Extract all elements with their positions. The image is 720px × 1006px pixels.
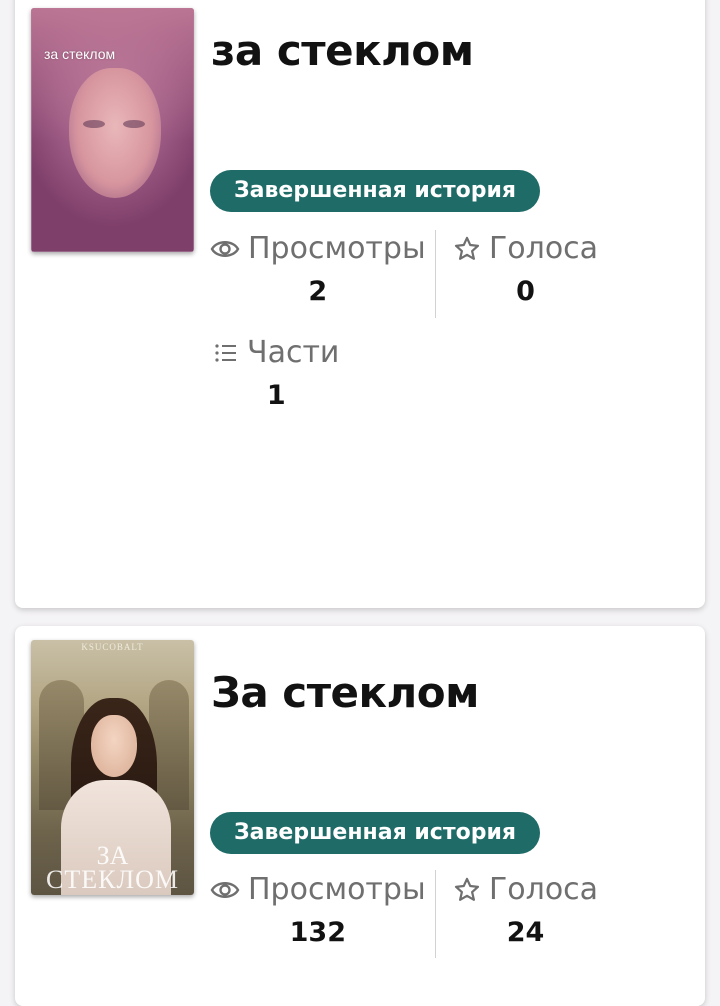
story-card[interactable]: за стеклом за стеклом Завершенная истори…: [15, 0, 705, 608]
story-cover-image[interactable]: KSUCOBALT ЗА СТЕКЛОМ: [31, 640, 194, 895]
eye-icon: [210, 881, 240, 898]
status-badge: Завершенная история: [210, 812, 540, 854]
views-stat: Просмотры 2: [210, 231, 426, 307]
parts-value: 1: [266, 380, 286, 411]
cover-face: [91, 715, 137, 777]
views-label: Просмотры: [248, 231, 426, 266]
views-value: 2: [308, 276, 328, 307]
list-icon: [215, 343, 236, 362]
votes-value: 0: [516, 276, 535, 307]
cover-title-text: за стеклом: [44, 46, 116, 62]
status-badge: Завершенная история: [210, 170, 540, 212]
story-title[interactable]: за стеклом: [211, 26, 474, 75]
views-value: 132: [289, 917, 347, 948]
votes-stat: Голоса 24: [453, 872, 598, 948]
story-title[interactable]: За стеклом: [211, 668, 479, 717]
cover-title-text: ЗА СТЕКЛОМ: [31, 843, 194, 893]
cover-author-text: KSUCOBALT: [81, 642, 144, 652]
votes-label: Голоса: [489, 231, 599, 266]
views-label: Просмотры: [248, 872, 426, 907]
cover-eye: [123, 120, 145, 128]
story-cover-image[interactable]: за стеклом: [31, 8, 194, 252]
views-stat: Просмотры 132: [210, 872, 426, 948]
stat-divider: [435, 230, 436, 318]
star-outline-icon: [454, 877, 480, 901]
votes-value: 24: [506, 917, 545, 948]
cover-face: [69, 68, 161, 198]
votes-label: Голоса: [489, 872, 599, 907]
parts-stat: Части 1: [213, 335, 339, 411]
votes-stat: Голоса 0: [453, 231, 598, 307]
stat-divider: [435, 870, 436, 958]
eye-icon: [210, 240, 240, 257]
cover-eye: [83, 120, 105, 128]
parts-label: Части: [247, 335, 340, 370]
cover-title-line: СТЕКЛОМ: [46, 865, 179, 894]
star-outline-icon: [454, 236, 480, 260]
story-card[interactable]: KSUCOBALT ЗА СТЕКЛОМ За стеклом Завершен…: [15, 626, 705, 1006]
